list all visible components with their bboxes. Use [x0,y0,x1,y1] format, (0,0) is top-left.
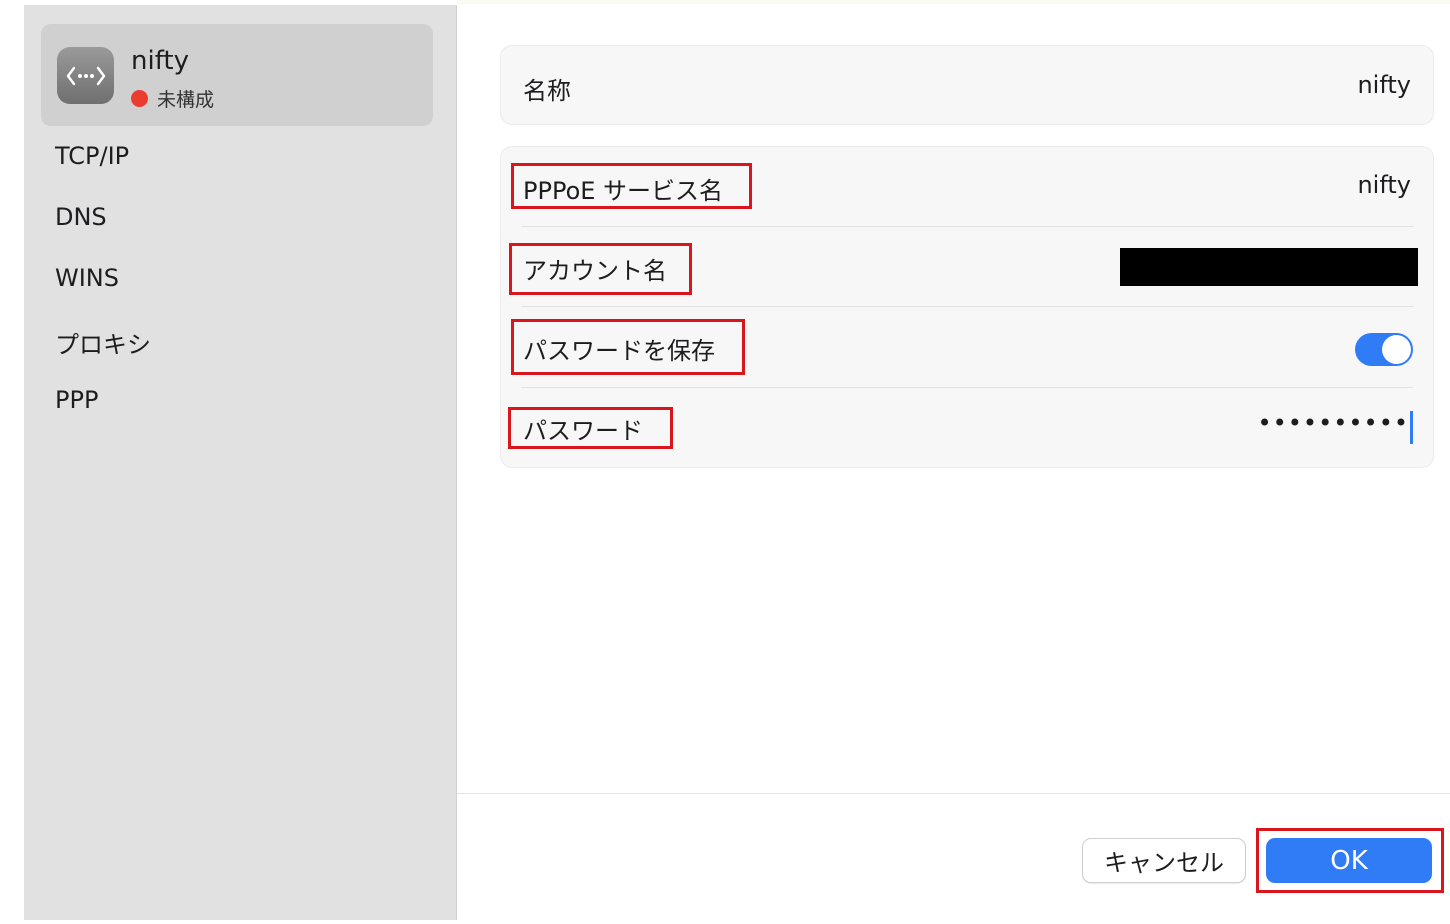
sidebar-item-wins[interactable]: WINS [55,264,119,292]
password-field[interactable]: •••••••••• [1257,409,1409,437]
sidebar: nifty 未構成 TCP/IP DNS WINS プロキシ PPP [24,5,457,920]
network-service-icon [57,47,114,104]
toggle-knob [1382,335,1411,364]
sidebar-item-dns[interactable]: DNS [55,203,107,231]
name-label: 名称 [523,77,571,105]
highlight-box-pppoe-service [511,163,752,209]
service-card-nifty[interactable]: nifty 未構成 [41,24,433,126]
sidebar-item-ppp[interactable]: PPP [55,386,98,414]
highlight-box-save-password [511,319,745,375]
cancel-button[interactable]: キャンセル [1082,838,1246,883]
footer-divider [457,793,1450,794]
save-password-toggle[interactable] [1355,333,1413,366]
service-name: nifty [131,46,189,76]
sidebar-item-tcpip[interactable]: TCP/IP [55,142,129,170]
name-value[interactable]: nifty [1357,71,1411,99]
sidebar-item-proxy[interactable]: プロキシ [55,325,151,360]
highlight-box-account [509,243,692,295]
account-value-redacted[interactable] [1120,248,1418,286]
ok-button[interactable]: OK [1266,838,1432,883]
name-group: 名称 nifty [500,45,1434,125]
name-row: 名称 nifty [501,46,1433,124]
text-caret [1410,411,1413,444]
highlight-box-password [508,407,673,449]
top-strip [457,0,1450,4]
status-dot-icon [131,90,148,107]
service-status: 未構成 [131,85,214,112]
service-status-label: 未構成 [157,89,215,111]
pppoe-service-value[interactable]: nifty [1357,171,1411,199]
